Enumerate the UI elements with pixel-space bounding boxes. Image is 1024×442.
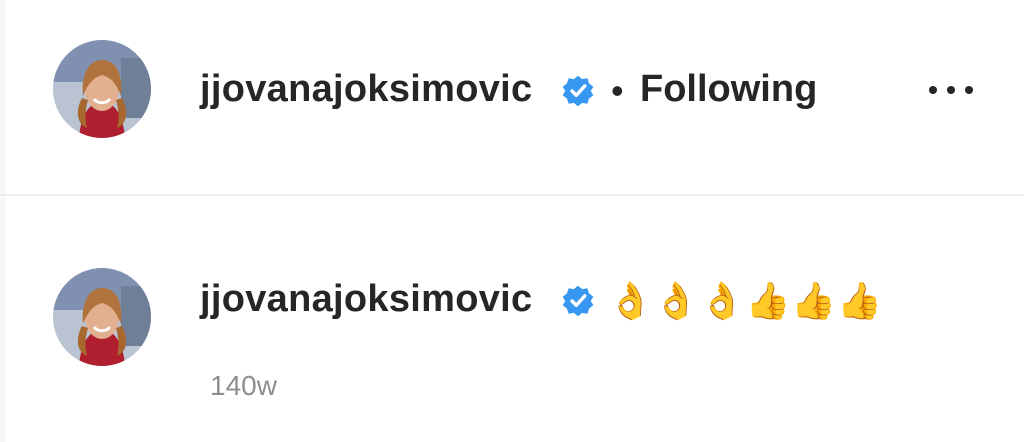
more-options-icon (947, 86, 955, 94)
comment-avatar[interactable] (53, 268, 151, 366)
header-avatar[interactable] (53, 40, 151, 138)
more-options-icon (965, 86, 973, 94)
post-header: jjovanajoksimovic • Following (0, 0, 1024, 196)
verified-badge-icon (562, 75, 594, 107)
following-button[interactable]: Following (640, 68, 817, 111)
comment-timestamp[interactable]: 140w (210, 370, 277, 402)
header-separator: • (611, 70, 624, 111)
header-username[interactable]: jjovanajoksimovic (200, 68, 532, 111)
comment-username[interactable]: jjovanajoksimovic (200, 278, 532, 321)
more-options-button[interactable] (924, 70, 978, 110)
verified-badge-icon (562, 285, 594, 317)
comment-text: 👌👌👌👍👍👍 (608, 281, 883, 322)
more-options-icon (929, 86, 937, 94)
